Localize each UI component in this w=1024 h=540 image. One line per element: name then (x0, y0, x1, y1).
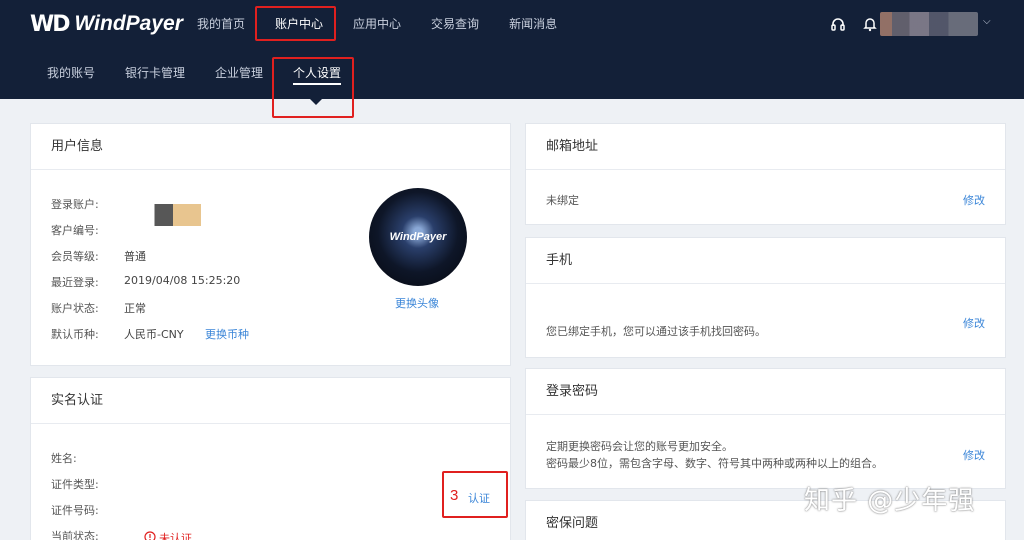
subnav-bank-cards[interactable]: 银行卡管理 (110, 48, 200, 99)
phone-title: 手机 (526, 238, 1005, 284)
email-card: 邮箱地址 未绑定 修改 (525, 123, 1006, 225)
main-nav: 我的首页 账户中心 应用中心 交易查询 新闻消息 (182, 0, 572, 48)
password-tip-2: 密码最少8位，需包含字母、数字、符号其中两种或两种以上的组合。 (546, 457, 883, 470)
sub-navbar: 我的账号 银行卡管理 企业管理 个人设置 (0, 48, 1024, 99)
password-edit-link[interactable]: 修改 (963, 447, 985, 463)
id-number-label: 证件号码: (51, 504, 99, 517)
warning-icon (144, 528, 156, 540)
user-info-card: 用户信息 登录账户: 客户编号: 会员等级: 普通 最近登录: 2019/04/… (30, 123, 511, 366)
bell-icon[interactable] (860, 14, 880, 34)
account-status-label: 账户状态: (51, 302, 99, 315)
default-currency-value: 人民币-CNY (124, 328, 184, 341)
email-status: 未绑定 (546, 194, 579, 207)
nav-transactions[interactable]: 交易查询 (416, 0, 494, 48)
user-avatar-name[interactable] (880, 12, 978, 36)
phone-edit-link[interactable]: 修改 (963, 315, 985, 331)
status-unverified: 未认证 (144, 528, 192, 540)
top-navbar: WD WindPayer 我的首页 账户中心 应用中心 交易查询 新闻消息 ⌵ (0, 0, 1024, 48)
chevron-down-icon[interactable]: ⌵ (983, 16, 991, 27)
logo-text: WindPayer (74, 12, 183, 35)
last-login-label: 最近登录: (51, 276, 99, 289)
subnav-enterprise[interactable]: 企业管理 (200, 48, 278, 99)
avatar-logo-text: WindPayer (389, 231, 447, 243)
phone-card: 手机 您已绑定手机，您可以通过该手机找回密码。 修改 (525, 237, 1006, 358)
redacted-account-info (139, 204, 201, 226)
headset-icon[interactable] (828, 14, 848, 34)
phone-status: 您已绑定手机，您可以通过该手机找回密码。 (546, 325, 766, 338)
highlight-box-account-center (255, 6, 336, 41)
member-level-value: 普通 (124, 250, 146, 263)
annotation-step-number: 3 (450, 487, 459, 504)
realname-card: 实名认证 姓名: 证件类型: 证件号码: 当前状态: 未认证 认证 (30, 377, 511, 540)
customer-id-label: 客户编号: (51, 224, 99, 237)
member-level-label: 会员等级: (51, 250, 99, 263)
realname-title: 实名认证 (31, 378, 510, 424)
nav-home[interactable]: 我的首页 (182, 0, 260, 48)
password-card: 登录密码 定期更换密码会让您的账号更加安全。 密码最少8位，需包含字母、数字、符… (525, 368, 1006, 489)
nav-news[interactable]: 新闻消息 (494, 0, 572, 48)
account-status-value: 正常 (124, 302, 146, 315)
windpayer-logo[interactable]: WD WindPayer (30, 9, 183, 39)
nav-app-center[interactable]: 应用中心 (338, 0, 416, 48)
status-text: 未认证 (159, 531, 192, 540)
watermark: 知乎 @少年强 (804, 486, 976, 516)
login-account-label: 登录账户: (51, 198, 99, 211)
password-title: 登录密码 (526, 369, 1005, 415)
id-type-label: 证件类型: (51, 478, 99, 491)
change-avatar-link[interactable]: 更换头像 (395, 295, 439, 311)
profile-avatar[interactable]: WindPayer (369, 188, 467, 286)
password-tip-1: 定期更换密码会让您的账号更加安全。 (546, 440, 733, 453)
change-currency-link[interactable]: 更换币种 (205, 326, 249, 342)
default-currency-label: 默认币种: (51, 328, 99, 341)
name-label: 姓名: (51, 452, 77, 465)
highlight-box-personal-settings (272, 57, 354, 118)
subnav-my-account[interactable]: 我的账号 (32, 48, 110, 99)
email-title: 邮箱地址 (526, 124, 1005, 170)
email-edit-link[interactable]: 修改 (963, 192, 985, 208)
last-login-value: 2019/04/08 15:25:20 (124, 274, 241, 287)
logo-mark: WD (30, 11, 71, 37)
user-info-title: 用户信息 (31, 124, 510, 170)
current-status-label: 当前状态: (51, 530, 99, 540)
